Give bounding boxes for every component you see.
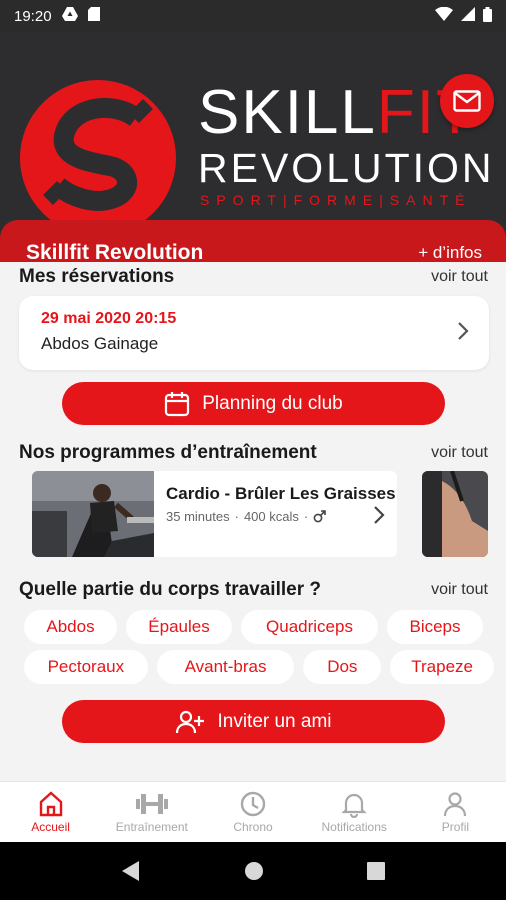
clock-icon — [240, 791, 266, 817]
chip-epaules[interactable]: Épaules — [126, 610, 232, 644]
home-circle-icon[interactable] — [244, 861, 264, 881]
reservation-date: 29 mai 2020 20:15 — [41, 310, 177, 327]
programs-title: Nos programmes d’entraînement — [19, 442, 317, 463]
body-parts-row-2: Pectoraux Avant-bras Dos Trapeze — [24, 650, 494, 684]
program-title: Cardio - Brûler Les Graisses — [166, 484, 396, 503]
chip-abdos[interactable]: Abdos — [24, 610, 117, 644]
planning-button[interactable]: Planning du club — [62, 382, 445, 425]
reservation-label: Abdos Gainage — [41, 334, 159, 353]
program-kcal: 400 kcals — [243, 509, 299, 524]
bell-icon — [341, 793, 367, 818]
more-info-link[interactable]: + d’infos — [418, 243, 482, 262]
chip-biceps[interactable]: Biceps — [387, 610, 483, 644]
invite-friend-button[interactable]: Inviter un ami — [62, 700, 445, 743]
club-name: Skillfit Revolution — [26, 241, 204, 262]
brand-revolution: REVOLUTION — [198, 145, 495, 191]
user-icon — [444, 792, 467, 817]
battery-icon — [483, 6, 492, 26]
reservation-card[interactable]: 29 mai 2020 20:15 Abdos Gainage — [19, 296, 489, 370]
chip-dos[interactable]: Dos — [303, 650, 382, 684]
dumbbell-icon — [135, 794, 168, 814]
nav-chrono[interactable]: Chrono — [202, 782, 303, 842]
nav-home[interactable]: Accueil — [0, 782, 101, 842]
body-parts-see-all-link[interactable]: voir tout — [431, 581, 488, 599]
reservations-see-all-link[interactable]: voir tout — [431, 268, 488, 286]
programs-see-all-link[interactable]: voir tout — [431, 444, 488, 462]
signal-icon — [461, 7, 475, 25]
system-navigation-bar — [0, 842, 506, 900]
nav-training-label: Entraînement — [115, 820, 188, 834]
planning-button-label: Planning du club — [202, 392, 343, 414]
chevron-right-icon — [374, 506, 385, 524]
programs-header: Nos programmes d’entraînement voir tout — [0, 441, 506, 465]
chevron-right-icon — [458, 322, 469, 340]
status-time: 19:20 — [14, 7, 52, 25]
club-hero-banner: SKILLFIT REVOLUTION SPORT|FORME|SANTÉ Sk… — [0, 32, 506, 262]
calendar-icon — [165, 391, 190, 416]
invite-friend-label: Inviter un ami — [217, 710, 332, 732]
brand-tagline: SPORT|FORME|SANTÉ — [200, 192, 472, 208]
home-icon — [39, 791, 62, 817]
chip-avant-bras[interactable]: Avant-bras — [156, 650, 295, 684]
program-image — [422, 471, 488, 557]
messages-button[interactable] — [440, 74, 494, 128]
chip-trapeze[interactable]: Trapeze — [390, 650, 494, 684]
chip-pectoraux[interactable]: Pectoraux — [24, 650, 148, 684]
recents-icon[interactable] — [366, 862, 385, 880]
drive-icon — [61, 7, 78, 25]
chip-quadriceps[interactable]: Quadriceps — [241, 610, 378, 644]
program-card[interactable]: Cardio - Brûler Les Graisses 35 minutes … — [32, 471, 397, 557]
nav-profile[interactable]: Profil — [405, 782, 506, 842]
nav-training[interactable]: Entraînement — [101, 782, 202, 842]
add-user-icon — [176, 710, 205, 733]
body-parts-title: Quelle partie du corps travailler ? — [19, 579, 321, 600]
nav-home-label: Accueil — [31, 820, 70, 834]
reservations-title: Mes réservations — [19, 266, 175, 287]
status-bar: 19:20 — [0, 0, 506, 32]
club-name-bar: Skillfit Revolution + d’infos — [0, 220, 506, 262]
bottom-navigation: Accueil Entraînement Chrono Notification… — [0, 781, 506, 842]
nav-chrono-label: Chrono — [233, 820, 273, 834]
program-meta: 35 minutes · 400 kcals · — [166, 509, 397, 524]
nav-notifications[interactable]: Notifications — [304, 782, 405, 842]
program-duration: 35 minutes — [166, 509, 230, 524]
nav-profile-label: Profil — [441, 820, 470, 834]
brand-skill: SKILL — [198, 78, 377, 147]
wifi-icon — [435, 6, 453, 25]
body-parts-row-1: Abdos Épaules Quadriceps Biceps — [24, 610, 494, 644]
male-gender-icon — [313, 510, 327, 523]
body-parts-header: Quelle partie du corps travailler ? voir… — [0, 578, 506, 602]
program-image — [32, 471, 154, 557]
program-card-next[interactable] — [422, 471, 488, 557]
mail-icon — [453, 90, 481, 112]
back-icon[interactable] — [121, 860, 141, 882]
reservations-header: Mes réservations voir tout — [0, 265, 506, 289]
sd-card-icon — [87, 7, 100, 25]
skillfit-logo-icon — [20, 80, 176, 236]
nav-notifications-label: Notifications — [321, 820, 387, 834]
